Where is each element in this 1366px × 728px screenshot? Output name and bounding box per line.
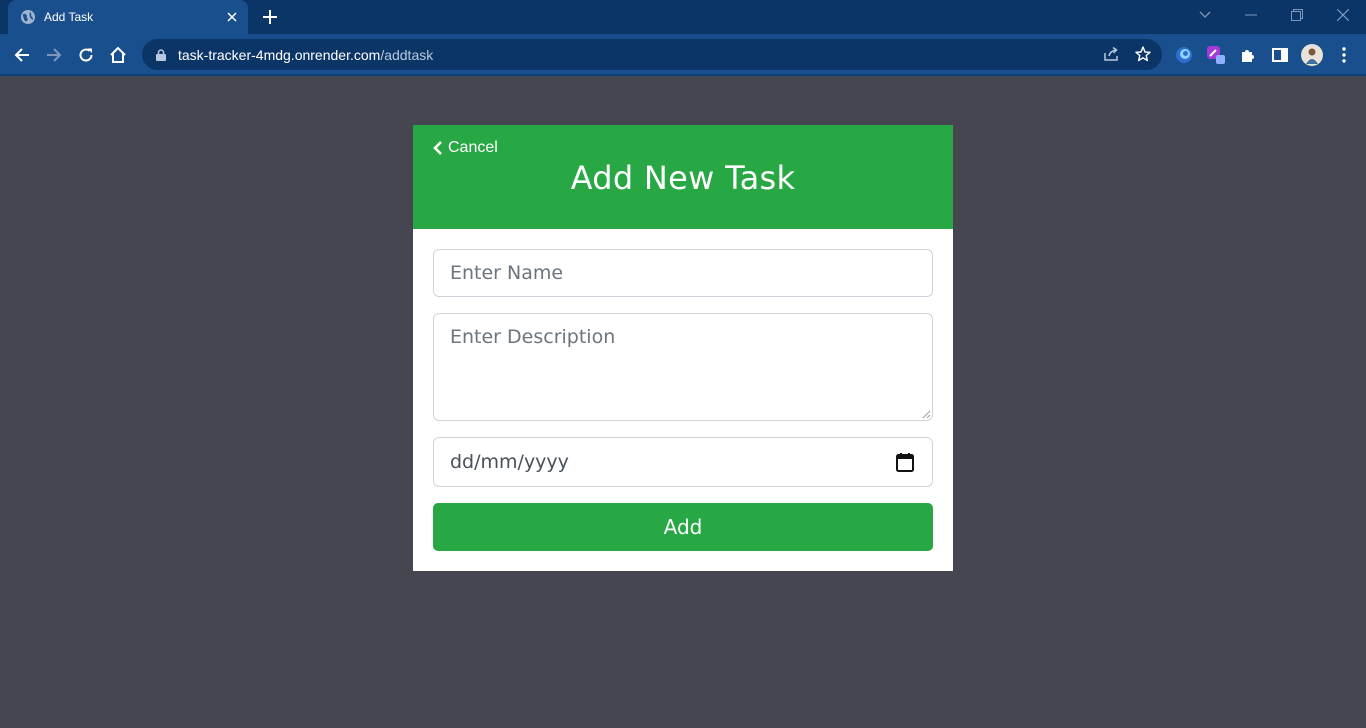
side-panel-icon[interactable] <box>1268 43 1292 67</box>
globe-icon <box>20 9 36 25</box>
reload-icon <box>79 48 93 62</box>
card-header: Cancel Add New Task <box>413 125 953 229</box>
url-text: task-tracker-4mdg.onrender.com/addtask <box>178 47 433 63</box>
cancel-label: Cancel <box>448 139 498 156</box>
chevron-left-icon <box>433 140 445 156</box>
arrow-left-icon <box>14 48 29 62</box>
tab-search-button[interactable] <box>1182 0 1228 30</box>
url-path: /addtask <box>380 46 434 63</box>
home-button[interactable] <box>106 43 130 67</box>
plus-icon <box>263 10 277 24</box>
forward-button[interactable] <box>42 43 66 67</box>
restore-icon <box>1291 9 1303 21</box>
extension-browser-icon[interactable] <box>1172 43 1196 67</box>
close-tab-icon[interactable] <box>222 7 242 27</box>
share-icon[interactable] <box>1100 43 1122 65</box>
reload-button[interactable] <box>74 43 98 67</box>
extension-dropper-icon[interactable] <box>1204 43 1228 67</box>
menu-icon[interactable] <box>1332 43 1356 67</box>
page-title: Add New Task <box>570 159 796 197</box>
date-placeholder: dd/mm/yyyy <box>450 451 569 473</box>
tab-title: Add Task <box>44 10 94 24</box>
home-icon <box>110 46 126 63</box>
browser-titlebar: Add Task <box>0 0 1366 34</box>
add-task-card: Cancel Add New Task dd/mm/yyyy Add <box>413 125 953 571</box>
chevron-down-icon <box>1199 11 1211 18</box>
close-icon <box>1337 9 1349 21</box>
close-window-button[interactable] <box>1320 0 1366 30</box>
minimize-icon <box>1245 14 1257 16</box>
url-host: task-tracker-4mdg.onrender.com <box>178 46 381 63</box>
calendar-icon[interactable] <box>894 451 916 473</box>
restore-button[interactable] <box>1274 0 1320 30</box>
cancel-link[interactable]: Cancel <box>433 139 498 157</box>
back-button[interactable] <box>10 43 34 67</box>
date-input[interactable]: dd/mm/yyyy <box>433 437 933 487</box>
add-button[interactable]: Add <box>433 503 933 551</box>
browser-tab[interactable]: Add Task <box>8 0 248 34</box>
lock-icon[interactable] <box>154 48 168 62</box>
puzzle-icon[interactable] <box>1236 43 1260 67</box>
new-tab-button[interactable] <box>258 5 282 29</box>
name-input[interactable] <box>433 249 933 297</box>
arrow-right-icon <box>47 48 62 62</box>
description-input[interactable] <box>433 313 933 421</box>
star-icon[interactable] <box>1132 43 1154 65</box>
minimize-button[interactable] <box>1228 0 1274 30</box>
resize-grip-icon[interactable] <box>921 409 931 419</box>
browser-toolbar: task-tracker-4mdg.onrender.com/addtask <box>0 34 1366 76</box>
address-bar[interactable]: task-tracker-4mdg.onrender.com/addtask <box>142 39 1162 70</box>
avatar[interactable] <box>1300 43 1324 67</box>
